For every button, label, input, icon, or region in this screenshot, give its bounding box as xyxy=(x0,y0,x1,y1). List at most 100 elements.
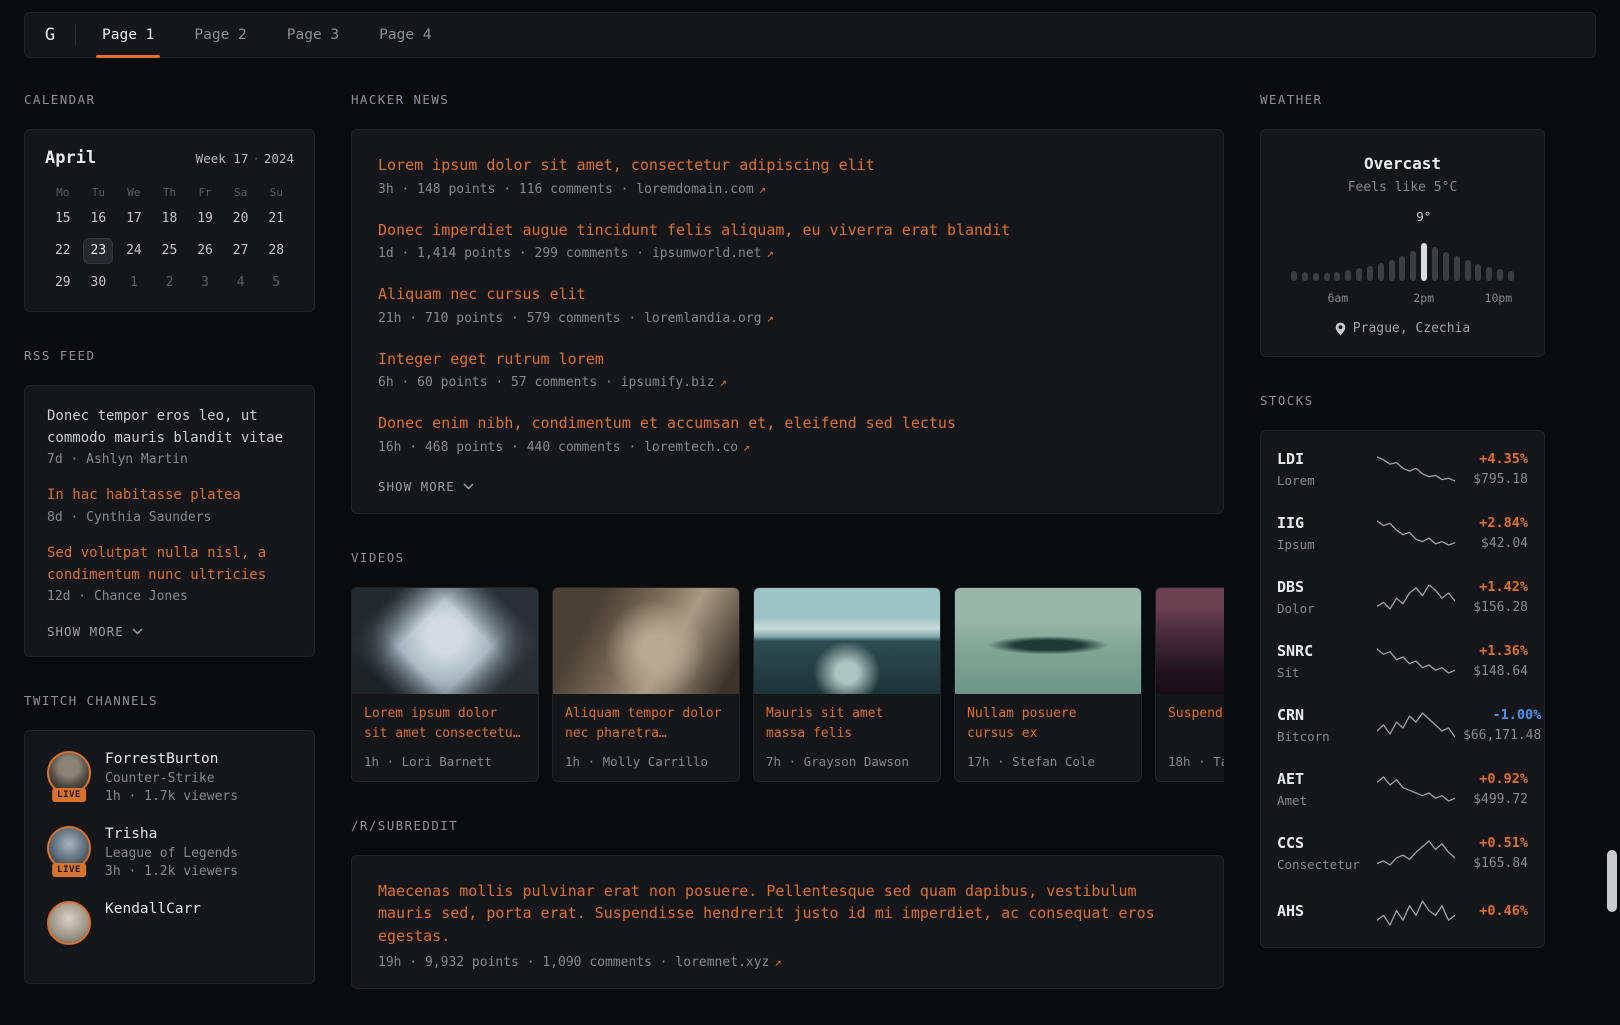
stock-sparkline xyxy=(1377,582,1455,612)
calendar-day: 26 xyxy=(191,239,219,263)
rss-item[interactable]: Donec tempor eros leo, ut commodo mauris… xyxy=(47,406,292,467)
rss-item[interactable]: In hac habitasse platea 8d · Cynthia Sau… xyxy=(47,485,292,525)
video-card[interactable]: Nullam posuere cursus ex 17h · Stefan Co… xyxy=(954,587,1142,782)
app-logo[interactable]: G xyxy=(25,25,75,45)
stock-row[interactable]: DBS Dolor +1.42% $156.28 xyxy=(1277,565,1528,629)
video-card[interactable]: Lorem ipsum dolor sit amet consectetu… 1… xyxy=(351,587,539,782)
reddit-post-title[interactable]: Maecenas mollis pulvinar erat non posuer… xyxy=(378,880,1197,948)
channel-game: League of Legends xyxy=(105,846,238,861)
location-text: Prague, Czechia xyxy=(1353,321,1470,336)
rss-show-more-button[interactable]: SHOW MORE xyxy=(47,624,143,639)
avatar xyxy=(47,901,91,945)
stocks-section-title: Stocks xyxy=(1260,393,1545,408)
weekday-label: We xyxy=(116,186,152,199)
rss-item-title[interactable]: Sed volutpat nulla nisl, a condimentum n… xyxy=(47,543,292,586)
subreddit-section: /r/subreddit Maecenas mollis pulvinar er… xyxy=(351,818,1224,990)
video-title[interactable]: Lorem ipsum dolor sit amet consectetu… xyxy=(364,704,526,745)
separator-dot: · xyxy=(252,151,260,166)
channel-name[interactable]: KendallCarr xyxy=(105,901,201,917)
top-navigation: G Page 1 Page 2 Page 3 Page 4 xyxy=(24,12,1596,58)
stock-row[interactable]: SNRC Sit +1.36% $148.64 xyxy=(1277,629,1528,693)
stock-row[interactable]: CRN Bitcorn -1.00% $66,171.48 xyxy=(1277,693,1528,757)
stock-sparkline xyxy=(1377,518,1455,548)
calendar-widget: April Week 17·2024 Mo Tu We Th Fr Sa Su … xyxy=(24,129,315,312)
rss-item-title[interactable]: In hac habitasse platea xyxy=(47,485,292,507)
video-card[interactable]: Aliquam tempor dolor nec pharetra… 1h · … xyxy=(552,587,740,782)
twitch-section-title: Twitch Channels xyxy=(24,693,315,708)
hn-story-domain[interactable]: loremlandia.org xyxy=(644,311,761,326)
external-link-icon: ↗ xyxy=(767,246,774,260)
stock-sparkline xyxy=(1377,454,1455,484)
scrollbar-thumb[interactable] xyxy=(1607,850,1617,912)
stock-change: +1.42% xyxy=(1463,579,1528,595)
video-title[interactable]: Nullam posuere cursus ex xyxy=(967,704,1129,745)
stock-price: $499.72 xyxy=(1463,792,1528,807)
stock-id: CCS Consectetur xyxy=(1277,834,1369,872)
stock-price: $156.28 xyxy=(1463,600,1528,615)
channel-name[interactable]: ForrestBurton xyxy=(105,751,238,767)
weekday-label: Th xyxy=(152,186,188,199)
video-thumbnail[interactable] xyxy=(553,588,739,694)
tab-page-4[interactable]: Page 4 xyxy=(359,13,451,57)
video-title[interactable]: Aliquam tempor dolor nec pharetra… xyxy=(565,704,727,745)
stock-row[interactable]: AHS +0.46% xyxy=(1277,885,1528,941)
hn-story[interactable]: Integer eget rutrum lorem 6h · 60 points… xyxy=(378,348,1197,391)
video-thumbnail[interactable] xyxy=(1156,588,1224,694)
hn-story-domain[interactable]: loremdomain.com xyxy=(636,182,753,197)
tab-page-3[interactable]: Page 3 xyxy=(267,13,359,57)
stock-sparkline xyxy=(1377,774,1455,804)
hn-story[interactable]: Donec enim nibh, condimentum et accumsan… xyxy=(378,412,1197,455)
hn-story-title[interactable]: Donec imperdiet augue tincidunt felis al… xyxy=(378,219,1197,242)
hn-story-title[interactable]: Lorem ipsum dolor sit amet, consectetur … xyxy=(378,154,1197,177)
video-title[interactable]: Suspendisse diam xyxy=(1168,704,1224,745)
stock-values: +0.51% $165.84 xyxy=(1463,835,1528,871)
video-thumbnail[interactable] xyxy=(352,588,538,694)
stock-row[interactable]: CCS Consectetur +0.51% $165.84 xyxy=(1277,821,1528,885)
rss-item-title[interactable]: Donec tempor eros leo, ut commodo mauris… xyxy=(47,406,292,449)
rss-item-meta: 8d · Cynthia Saunders xyxy=(47,510,292,525)
stock-row[interactable]: AET Amet +0.92% $499.72 xyxy=(1277,757,1528,821)
hn-story[interactable]: Aliquam nec cursus elit 21h · 710 points… xyxy=(378,283,1197,326)
subreddit-section-title: /r/subreddit xyxy=(351,818,1224,833)
hn-story-domain[interactable]: ipsumworld.net xyxy=(652,246,762,261)
peak-temp-label: 9° xyxy=(1416,209,1431,224)
twitch-channel-row[interactable]: KendallCarr xyxy=(47,901,292,945)
video-card[interactable]: Suspendisse diam 18h · Tara xyxy=(1155,587,1224,782)
hn-story-domain[interactable]: loremtech.co xyxy=(644,440,738,455)
tab-page-1[interactable]: Page 1 xyxy=(82,13,174,57)
stock-name: Ipsum xyxy=(1277,537,1369,552)
twitch-channel-row[interactable]: LIVE Trisha League of Legends 3h · 1.2k … xyxy=(47,826,292,879)
hn-story[interactable]: Donec imperdiet augue tincidunt felis al… xyxy=(378,219,1197,262)
video-title[interactable]: Mauris sit amet massa felis xyxy=(766,704,928,745)
hn-story-title[interactable]: Integer eget rutrum lorem xyxy=(378,348,1197,371)
video-thumbnail[interactable] xyxy=(955,588,1141,694)
hn-story-domain[interactable]: ipsumify.biz xyxy=(621,375,715,390)
calendar-section: Calendar April Week 17·2024 Mo Tu We Th … xyxy=(24,92,315,312)
dashboard-grid: Calendar April Week 17·2024 Mo Tu We Th … xyxy=(0,58,1620,1025)
tab-page-2[interactable]: Page 2 xyxy=(174,13,266,57)
reddit-meta-text: 19h · 9,932 points · 1,090 comments · xyxy=(378,955,668,970)
reddit-post-domain[interactable]: loremnet.xyz xyxy=(675,955,769,970)
stock-id: SNRC Sit xyxy=(1277,642,1369,680)
hn-story[interactable]: Lorem ipsum dolor sit amet, consectetur … xyxy=(378,154,1197,197)
video-meta: 18h · Tara xyxy=(1168,754,1224,769)
stock-row[interactable]: LDI Lorem +4.35% $795.18 xyxy=(1277,437,1528,501)
calendar-week: Week 17 xyxy=(196,151,249,166)
stock-id: IIG Ipsum xyxy=(1277,514,1369,552)
stock-row[interactable]: IIG Ipsum +2.84% $42.04 xyxy=(1277,501,1528,565)
calendar-day: 28 xyxy=(262,239,290,263)
hn-show-more-button[interactable]: SHOW MORE xyxy=(378,479,474,494)
twitch-channel-row[interactable]: LIVE ForrestBurton Counter-Strike 1h · 1… xyxy=(47,751,292,804)
rss-item[interactable]: Sed volutpat nulla nisl, a condimentum n… xyxy=(47,543,292,604)
video-card[interactable]: Mauris sit amet massa felis 7h · Grayson… xyxy=(753,587,941,782)
stocks-section: Stocks LDI Lorem +4.35% $795.18 IIG xyxy=(1260,393,1545,948)
stock-values: +1.36% $148.64 xyxy=(1463,643,1528,679)
video-thumbnail[interactable] xyxy=(754,588,940,694)
hn-story-title[interactable]: Donec enim nibh, condimentum et accumsan… xyxy=(378,412,1197,435)
weather-section-title: Weather xyxy=(1260,92,1545,107)
reddit-post[interactable]: Maecenas mollis pulvinar erat non posuer… xyxy=(378,880,1197,971)
hn-story-title[interactable]: Aliquam nec cursus elit xyxy=(378,283,1197,306)
calendar-day: 5 xyxy=(262,271,290,295)
channel-name[interactable]: Trisha xyxy=(105,826,238,842)
video-meta: 7h · Grayson Dawson xyxy=(766,754,928,769)
